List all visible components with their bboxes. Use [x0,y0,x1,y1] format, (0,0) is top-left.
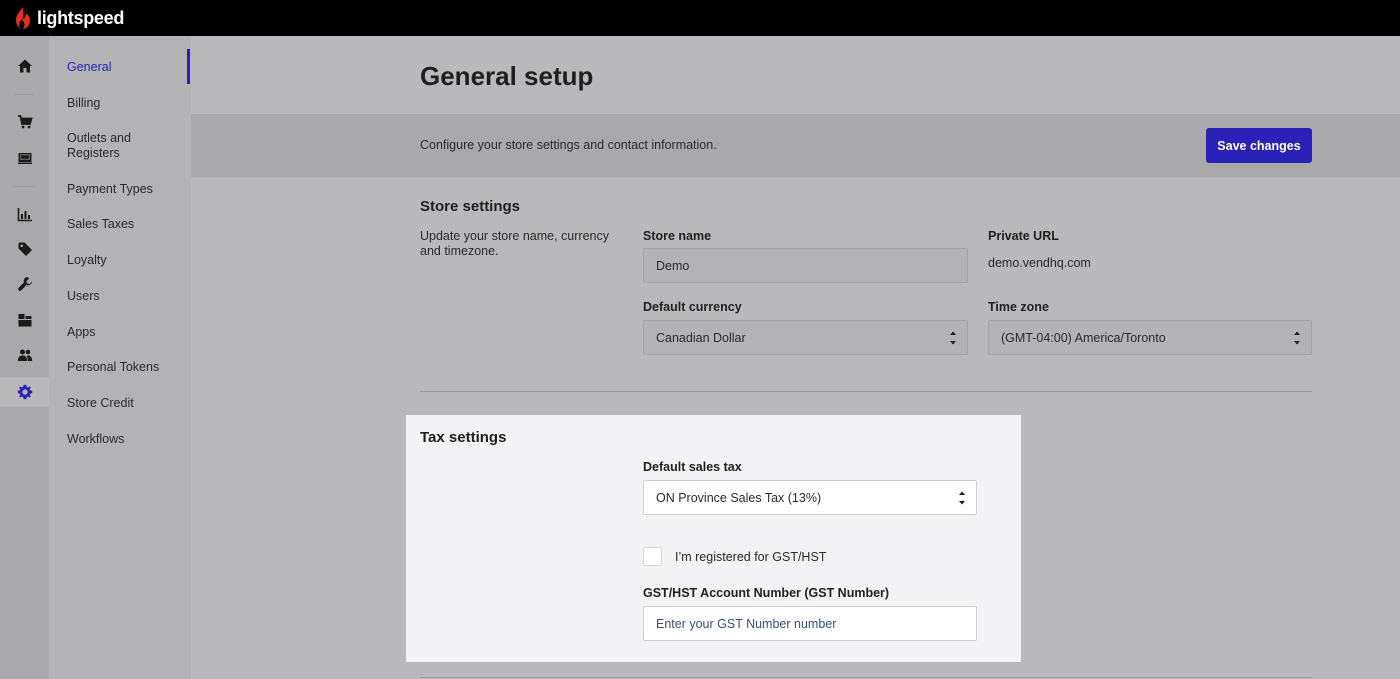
subnav-item-users[interactable]: Users [67,289,187,304]
subnav-item-loyalty[interactable]: Loyalty [67,253,187,268]
subnav-item-apps[interactable]: Apps [67,325,187,340]
gst-registered-label: I’m registered for GST/HST [675,550,827,564]
private-url-value: demo.vendhq.com [988,256,1091,270]
gst-number-label: GST/HST Account Number (GST Number) [643,586,890,600]
tag-icon [18,242,32,256]
private-url-label: Private URL [988,229,1059,243]
setup-subnav: General Billing Outlets and Registers Pa… [49,36,191,679]
save-changes-button[interactable]: Save changes [1206,128,1312,163]
default-currency-select[interactable]: Canadian Dollar [643,320,968,355]
store-settings-description: Update your store name, currency and tim… [420,229,609,258]
nav-sell[interactable] [0,107,49,137]
subnav-item-store-credit[interactable]: Store Credit [67,396,187,411]
icon-rail [0,36,49,679]
default-sales-tax-select[interactable]: ON Province Sales Tax (13%) [643,480,977,515]
subnav-item-general[interactable]: General [67,60,187,75]
main-content: General setup Configure your store setti… [191,36,1400,679]
tax-settings-title: Tax settings [420,429,507,446]
subnav-item-payment-types[interactable]: Payment Types [67,182,187,197]
store-name-input[interactable] [656,258,967,273]
wrench-icon [17,277,32,291]
section-divider [420,391,1312,392]
select-arrows-icon [1294,331,1300,345]
subnav-item-sales-taxes[interactable]: Sales Taxes [67,217,187,232]
gst-registered-checkbox[interactable] [643,547,662,566]
top-bar: lightspeed [0,0,1400,36]
subnav-item-outlets-registers[interactable]: Outlets and Registers [67,131,187,161]
page-title: General setup [420,61,594,91]
subnav-item-billing[interactable]: Billing [67,96,187,111]
default-sales-tax-label: Default sales tax [643,460,742,474]
nav-inventory[interactable] [0,305,49,335]
store-name-field[interactable] [643,248,968,283]
time-zone-value: (GMT-04:00) America/Toronto [1001,330,1166,345]
flame-logo-icon [16,7,30,29]
page-description-bar: Configure your store settings and contac… [191,114,1400,177]
gst-number-input[interactable] [656,616,976,631]
nav-customers[interactable] [0,340,49,370]
cart-icon [17,115,33,129]
time-zone-label: Time zone [988,300,1049,314]
store-settings-title: Store settings [420,198,521,215]
store-name-label: Store name [643,229,712,243]
subnav-item-workflows[interactable]: Workflows [67,432,187,447]
nav-register[interactable] [0,143,49,173]
customers-icon [17,349,32,361]
gst-number-field[interactable] [643,606,977,641]
select-arrows-icon [950,331,956,345]
default-sales-tax-value: ON Province Sales Tax (13%) [656,490,822,505]
section-divider [420,677,1312,678]
select-arrows-icon [959,491,965,505]
nav-home[interactable] [0,51,49,81]
nav-reports[interactable] [0,199,49,229]
default-currency-label: Default currency [643,300,742,314]
nav-products[interactable] [0,234,49,264]
lightspeed-logo[interactable]: lightspeed [14,6,124,30]
gear-icon [17,384,32,400]
default-currency-value: Canadian Dollar [656,330,746,345]
brand-name: lightspeed [37,7,125,28]
subnav-item-personal-tokens[interactable]: Personal Tokens [67,360,187,375]
home-icon [17,59,32,73]
inventory-icon [18,314,31,327]
nav-setup[interactable] [0,377,49,407]
time-zone-select[interactable]: (GMT-04:00) America/Toronto [988,320,1312,355]
register-icon [17,153,32,164]
chart-icon [17,208,32,222]
active-indicator [187,49,190,84]
page-description: Configure your store settings and contac… [420,138,717,152]
nav-tools[interactable] [0,269,49,299]
tax-settings-panel: Tax settings Default sales tax ON Provin… [406,415,1021,662]
